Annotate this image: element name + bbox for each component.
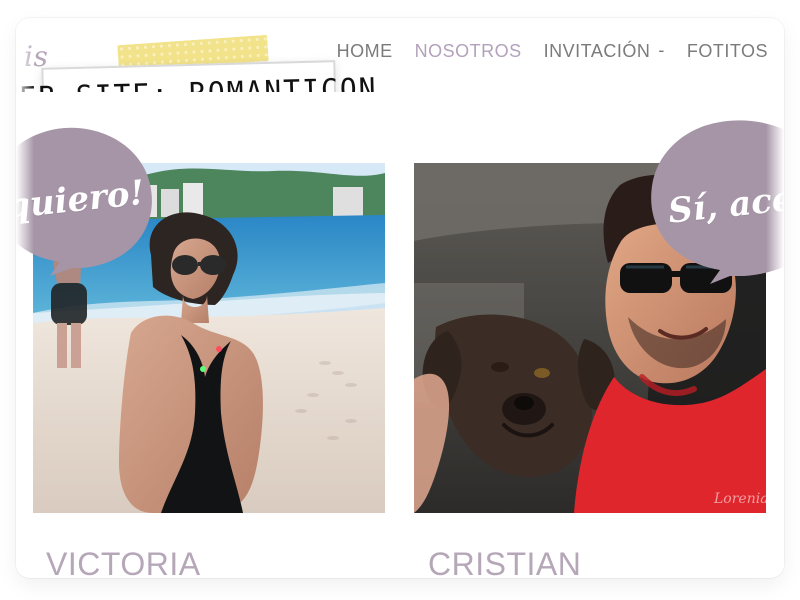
nav-fotitos[interactable]: FOTITOS — [687, 41, 768, 61]
site-header: is HOME NOSOTROS INVITACIÓN - FOTITOS — [16, 18, 784, 94]
nav-invitacion[interactable]: INVITACIÓN - — [543, 40, 665, 61]
screenshot-frame: is HOME NOSOTROS INVITACIÓN - FOTITOS Lo… — [16, 18, 784, 578]
nav-home[interactable]: HOME — [337, 41, 393, 61]
brand-fragment: is — [24, 40, 49, 73]
nav-invitacion-caret: - — [658, 40, 665, 60]
main-content: Lorenia VICTORIA CRISTIAN quiero! Sí, ac… — [16, 92, 784, 578]
nav-nosotros[interactable]: NOSOTROS — [415, 41, 522, 61]
beach-photo — [33, 163, 385, 513]
person-name-victoria: VICTORIA — [46, 546, 201, 578]
top-nav: HOME NOSOTROS INVITACIÓN - FOTITOS — [337, 40, 768, 61]
car-selfie-photo: Lorenia — [414, 163, 766, 513]
photo-watermark: Lorenia — [713, 491, 766, 507]
photo-cristian: Lorenia — [414, 163, 766, 513]
page: is HOME NOSOTROS INVITACIÓN - FOTITOS Lo… — [0, 0, 800, 600]
person-name-cristian: CRISTIAN — [428, 546, 582, 578]
nav-invitacion-label: INVITACIÓN — [543, 41, 651, 61]
photo-victoria — [33, 163, 385, 513]
